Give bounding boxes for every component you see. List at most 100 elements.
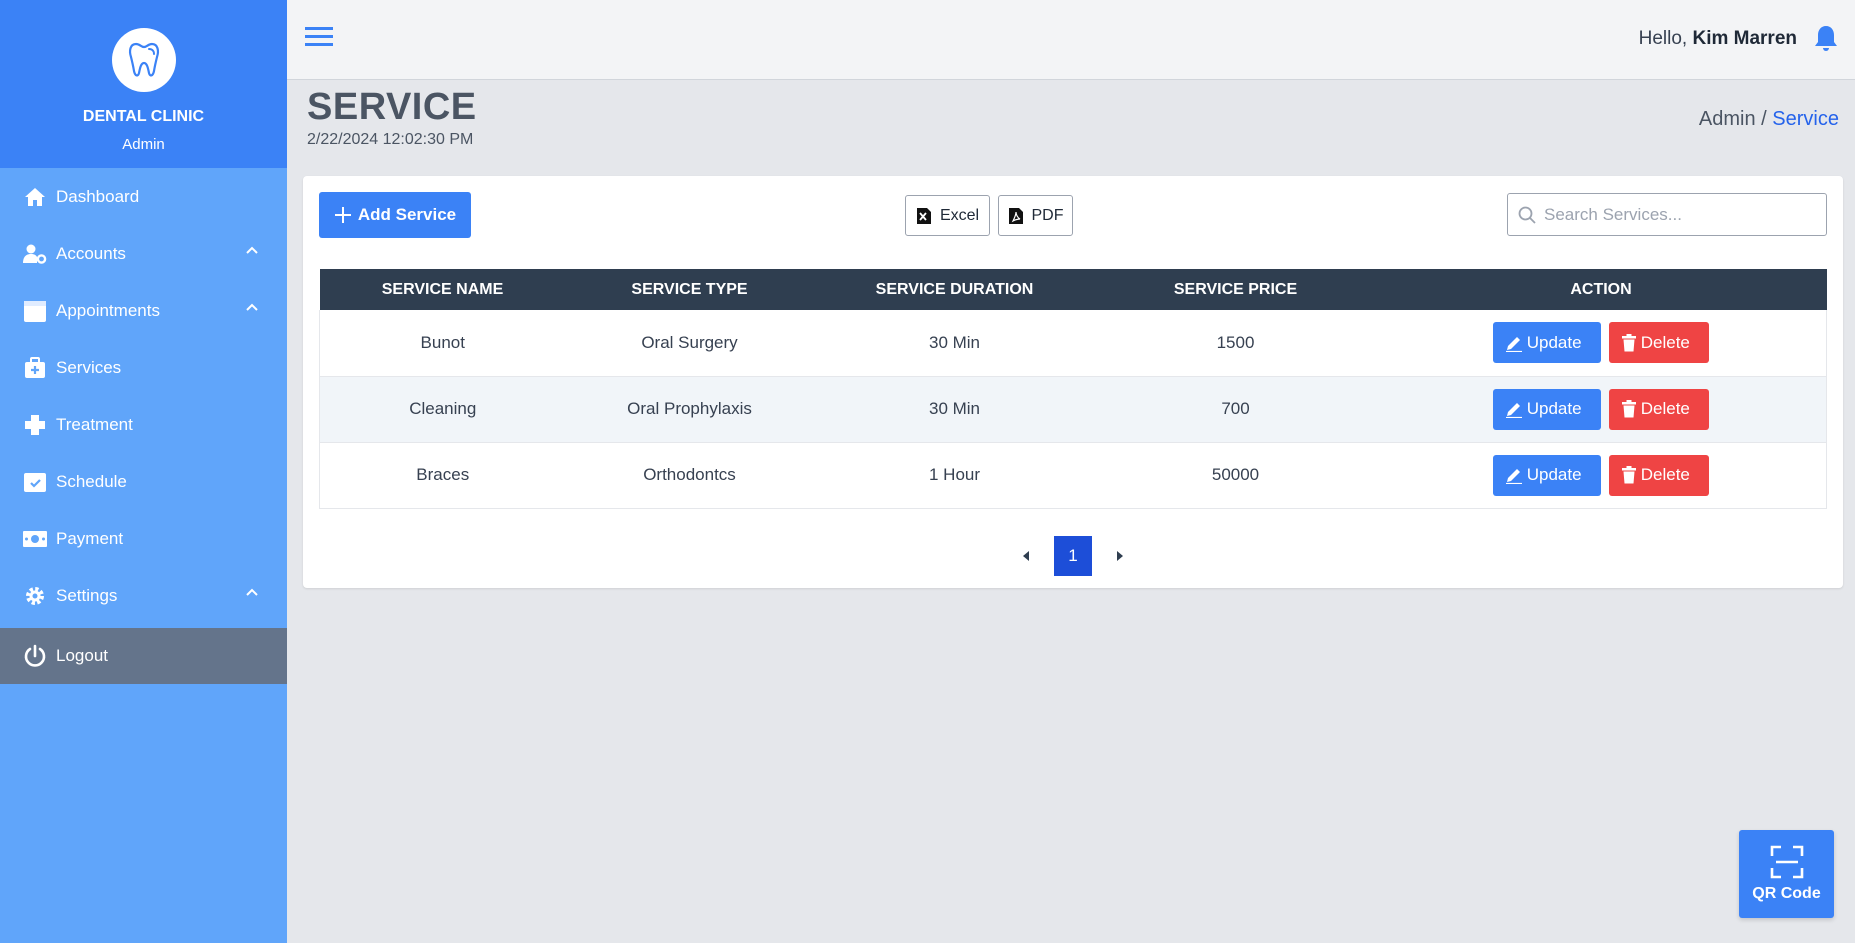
delete-label: Delete: [1640, 399, 1690, 418]
services-card: Add Service Excel PDF SERVICE NAME SERVI…: [303, 176, 1843, 588]
cell-service-type: Oral Surgery: [641, 332, 738, 352]
column-header-service-type[interactable]: SERVICE TYPE: [566, 269, 814, 310]
calendar-icon: [22, 298, 48, 324]
next-page-icon[interactable]: [1110, 546, 1130, 566]
sidebar-item-schedule[interactable]: Schedule: [0, 453, 287, 510]
prev-page-icon[interactable]: [1016, 546, 1036, 566]
cell-service-name: Braces: [416, 465, 470, 484]
export-pdf-button[interactable]: PDF: [998, 195, 1073, 236]
clinic-name: DENTAL CLINIC: [82, 108, 205, 125]
column-header-service-price[interactable]: SERVICE PRICE: [1096, 269, 1376, 310]
pagination: 1: [303, 536, 1843, 576]
table-row: Cleaning Oral Prophylaxis 30 Min 700 Upd…: [319, 376, 1827, 442]
trash-icon: [1621, 400, 1636, 418]
pdf-file-icon: [1008, 207, 1023, 224]
top-header: Hello, Kim Marren: [287, 0, 1855, 80]
cell-service-type: Orthodontcs: [643, 465, 736, 484]
sidebar-item-treatment[interactable]: Treatment: [0, 396, 287, 453]
clinic-logo: [111, 28, 176, 92]
delete-button[interactable]: Delete: [1608, 454, 1709, 496]
bell-icon[interactable]: [1813, 24, 1841, 54]
sidebar: DENTAL CLINIC Admin Dashboard Accounts A…: [0, 0, 287, 943]
cell-service-name: Bunot: [420, 332, 465, 352]
delete-button[interactable]: Delete: [1608, 388, 1709, 430]
sidebar-item-label: Payment: [56, 528, 124, 548]
trash-icon: [1621, 466, 1636, 484]
tooth-icon: [128, 42, 159, 77]
cell-service-price: 700: [1221, 399, 1250, 418]
search-box: [1507, 193, 1827, 236]
delete-button[interactable]: Delete: [1608, 322, 1709, 364]
home-icon: [22, 184, 48, 210]
breadcrumb-separator: /: [1755, 108, 1773, 130]
pdf-label: PDF: [1031, 206, 1064, 224]
greeting-prefix: Hello,: [1638, 28, 1693, 49]
pencil-icon: [1505, 403, 1522, 418]
search-input[interactable]: [1544, 204, 1814, 225]
delete-label: Delete: [1640, 332, 1690, 352]
chevron-up-icon: [246, 246, 258, 254]
search-icon: [1518, 206, 1536, 224]
column-header-service-name[interactable]: SERVICE NAME: [320, 269, 566, 310]
cell-service-price: 50000: [1211, 465, 1260, 484]
user-greeting: Hello, Kim Marren: [1639, 28, 1797, 50]
column-header-service-duration[interactable]: SERVICE DURATION: [814, 269, 1096, 310]
sidebar-item-label: Settings: [56, 585, 118, 605]
sidebar-nav: Dashboard Accounts Appointments Services: [0, 168, 287, 684]
qr-scan-icon: [1770, 845, 1803, 879]
chevron-up-icon: [246, 303, 258, 311]
table-row: Braces Orthodontcs 1 Hour 50000 Update D…: [319, 442, 1827, 508]
export-excel-button[interactable]: Excel: [905, 195, 990, 236]
column-header-action: ACTION: [1570, 280, 1632, 298]
plus-icon: [334, 207, 351, 223]
excel-file-icon: [916, 207, 931, 224]
qr-code-button[interactable]: QR Code: [1739, 830, 1834, 918]
update-button[interactable]: Update: [1492, 388, 1601, 430]
sidebar-item-label: Dashboard: [56, 186, 140, 206]
qr-code-label: QR Code: [1752, 885, 1821, 902]
cell-service-duration: 30 Min: [928, 399, 981, 418]
trash-icon: [1621, 333, 1636, 352]
chevron-up-icon: [246, 588, 258, 596]
page-number[interactable]: 1: [1054, 536, 1092, 576]
sidebar-item-label: Appointments: [56, 300, 160, 320]
table-row: Bunot Oral Surgery 30 Min 1500 Update De…: [319, 310, 1827, 376]
sidebar-item-appointments[interactable]: Appointments: [0, 282, 287, 339]
cell-action: Update Delete: [1376, 310, 1827, 376]
add-service-label: Add Service: [357, 205, 457, 224]
sidebar-item-label: Schedule: [56, 471, 127, 491]
sidebar-item-services[interactable]: Services: [0, 339, 287, 396]
update-label: Update: [1526, 399, 1582, 418]
cell-service-type: Oral Prophylaxis: [627, 399, 752, 418]
table-header-row: SERVICE NAME SERVICE TYPE SERVICE DURATI…: [319, 269, 1827, 310]
sidebar-item-accounts[interactable]: Accounts: [0, 225, 287, 282]
sidebar-item-label: Accounts: [56, 243, 126, 263]
sidebar-item-label: Treatment: [56, 414, 133, 434]
cell-service-duration: 1 Hour: [928, 465, 981, 484]
add-service-button[interactable]: Add Service: [319, 192, 471, 238]
user-cog-icon: [22, 241, 48, 267]
hamburger-menu-icon[interactable]: [305, 26, 335, 52]
logout-button[interactable]: Logout: [0, 628, 287, 684]
calendar-check-icon: [22, 469, 48, 495]
cell-action: Update Delete: [1376, 442, 1827, 508]
update-button[interactable]: Update: [1492, 322, 1601, 364]
excel-label: Excel: [939, 206, 980, 224]
gear-icon: [22, 583, 48, 609]
cell-action: Update Delete: [1376, 376, 1827, 442]
user-role: Admin: [122, 136, 165, 153]
update-label: Update: [1526, 332, 1582, 352]
page-datetime: 2/22/2024 12:02:30 PM: [307, 131, 474, 148]
sidebar-item-settings[interactable]: Settings: [0, 567, 287, 624]
update-button[interactable]: Update: [1492, 454, 1601, 496]
breadcrumb-current: Service: [1772, 108, 1839, 130]
pencil-icon: [1505, 336, 1522, 352]
cell-service-name: Cleaning: [409, 399, 477, 418]
breadcrumb-root[interactable]: Admin: [1699, 108, 1756, 130]
sidebar-item-dashboard[interactable]: Dashboard: [0, 168, 287, 225]
sidebar-item-payment[interactable]: Payment: [0, 510, 287, 567]
money-icon: [22, 526, 48, 552]
sidebar-item-label: Services: [56, 357, 122, 377]
pencil-icon: [1505, 469, 1522, 484]
user-name[interactable]: Kim Marren: [1692, 28, 1797, 49]
